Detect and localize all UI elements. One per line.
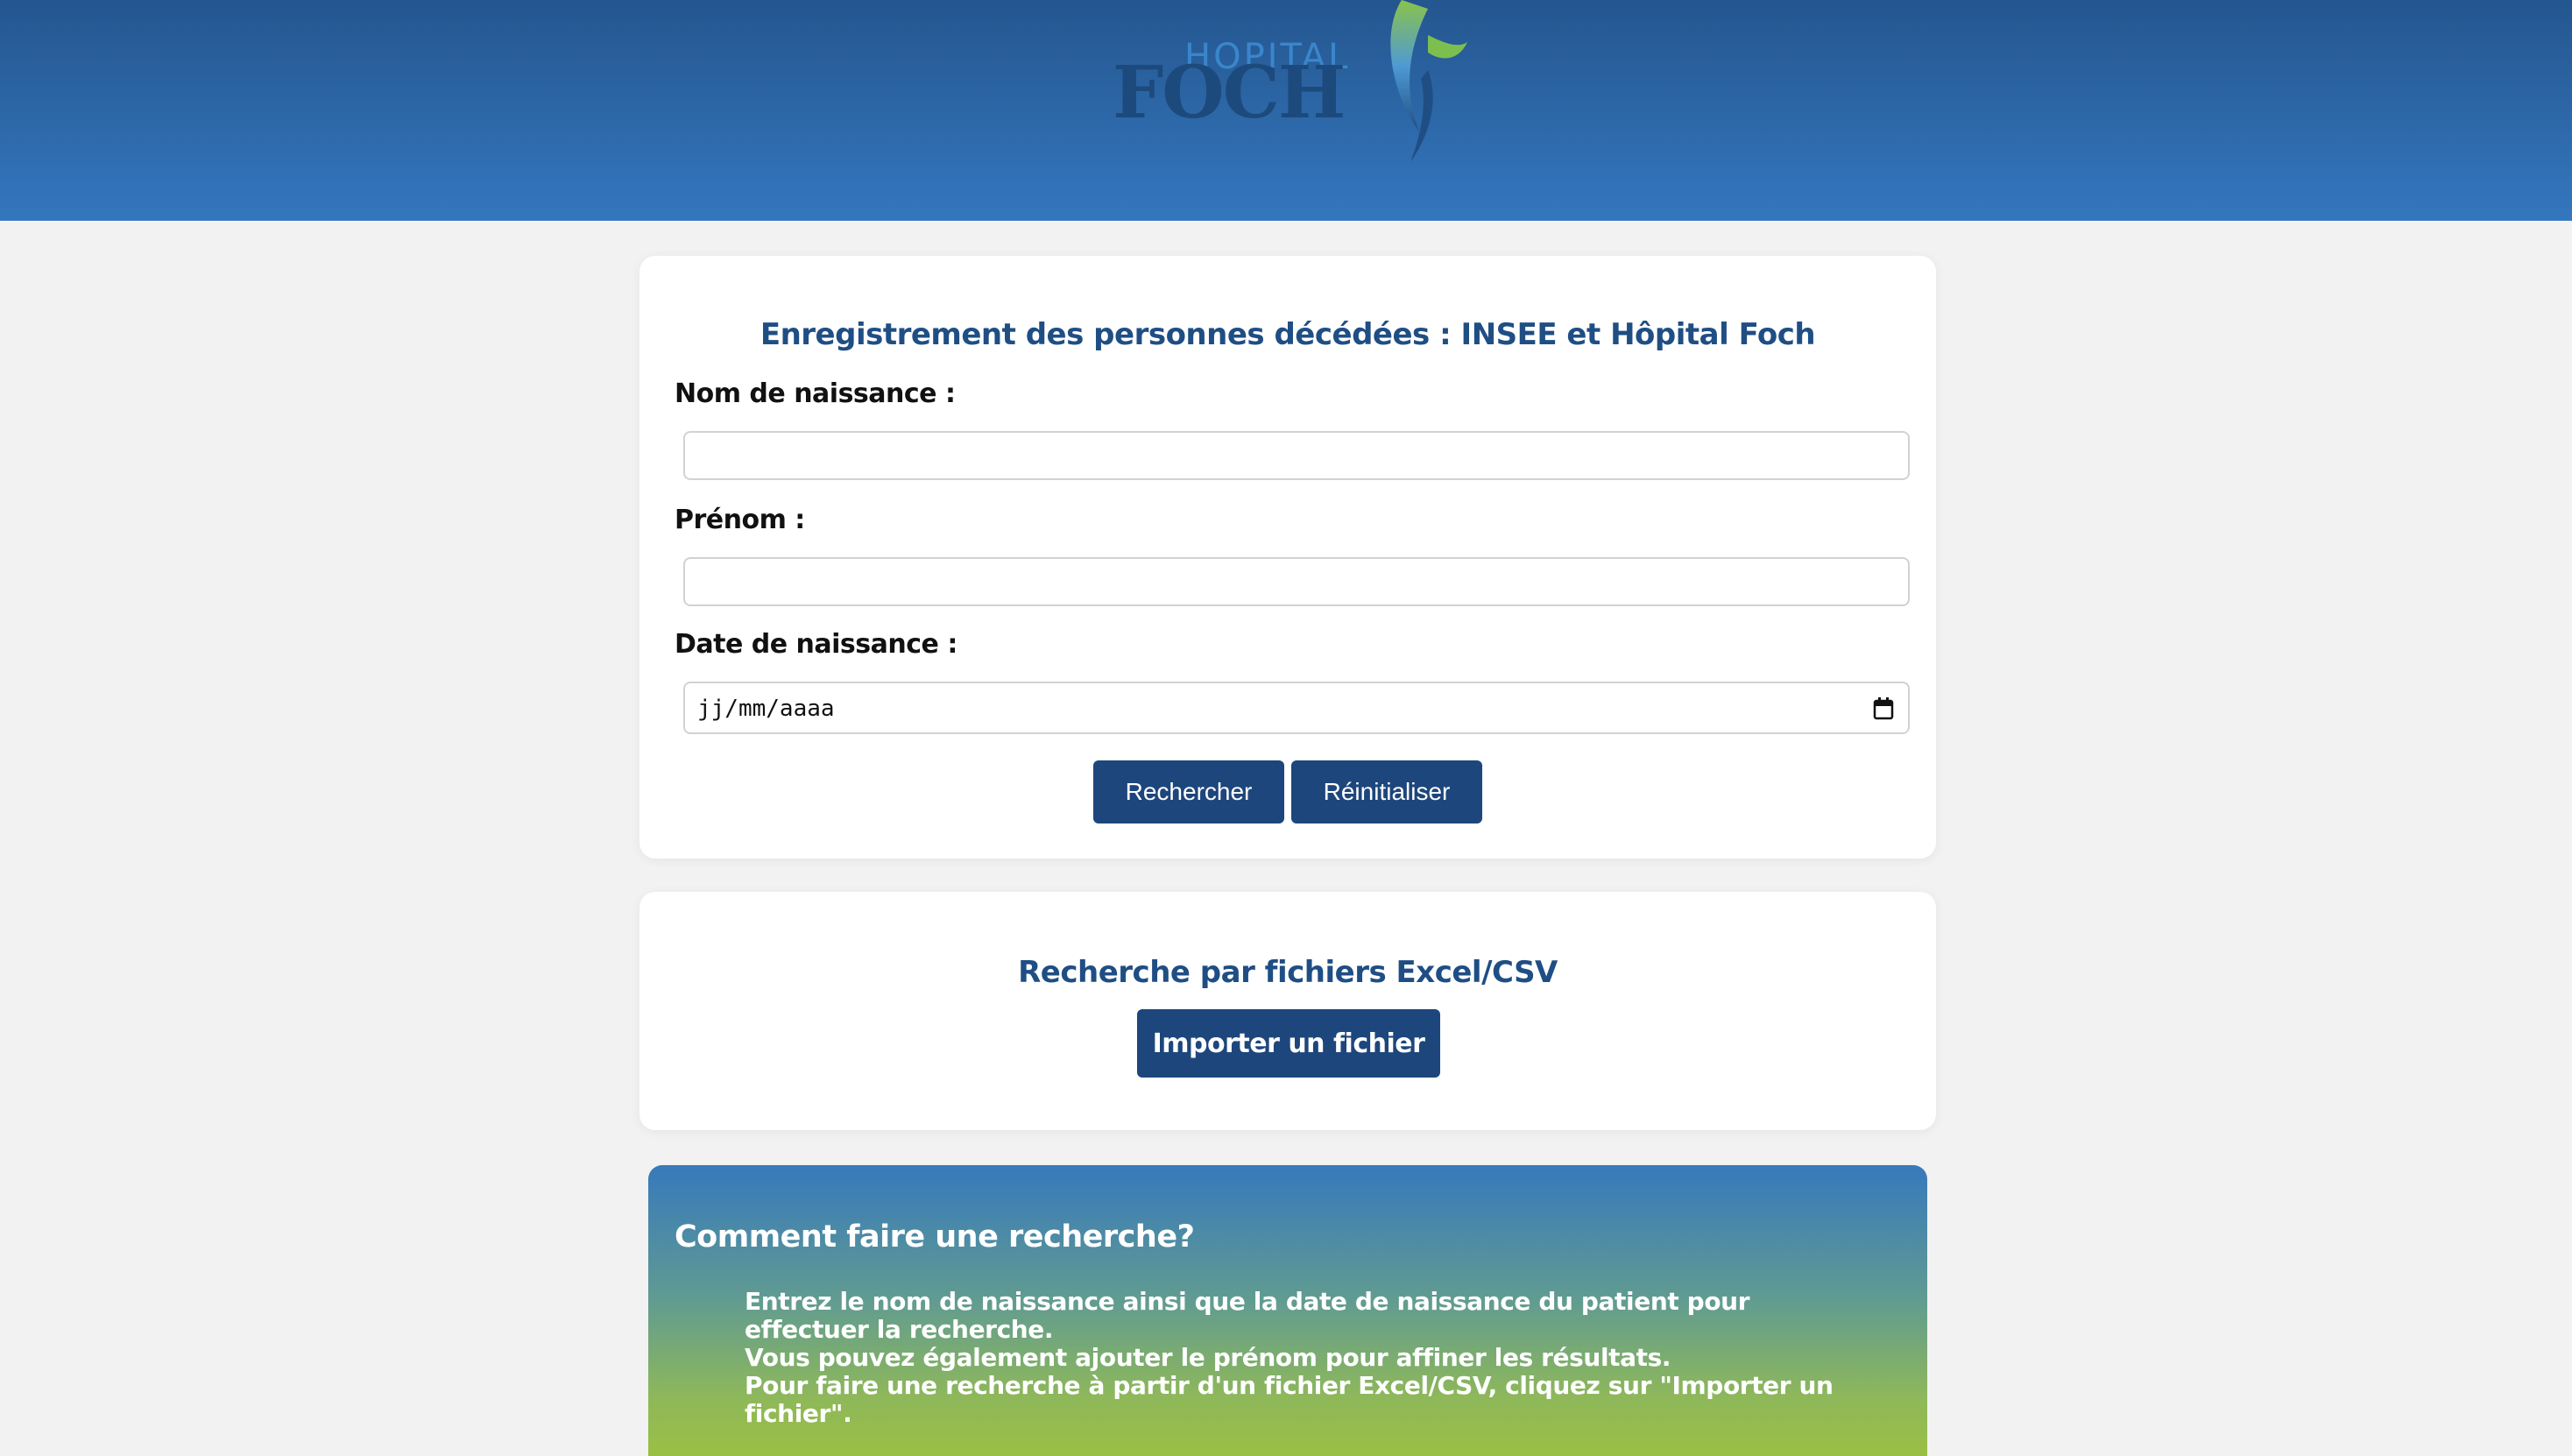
help-line: Vous pouvez également ajouter le prénom …: [745, 1343, 1671, 1372]
first-name-input[interactable]: [683, 557, 1910, 606]
help-line: Entrez le nom de naissance ainsi que la …: [745, 1287, 1750, 1344]
birth-date-placeholder: jj/mm/aaaa: [697, 696, 835, 722]
help-line: Pour faire une recherche à partir d'un f…: [745, 1371, 1834, 1428]
birth-date-label: Date de naissance :: [675, 629, 957, 660]
reset-button[interactable]: Réinitialiser: [1291, 760, 1482, 823]
search-form-title: Enregistrement des personnes décédées : …: [760, 317, 1816, 352]
file-search-title: Recherche par fichiers Excel/CSV: [1018, 955, 1558, 990]
logo-main-text: FOCH: [1113, 51, 1344, 135]
file-search-card: Recherche par fichiers Excel/CSV Importe…: [639, 892, 1936, 1130]
first-name-label: Prénom :: [675, 505, 805, 535]
import-file-button[interactable]: Importer un fichier: [1137, 1009, 1440, 1078]
hopital-foch-logo[interactable]: HOPITAL FOCH: [1113, 0, 1480, 166]
calendar-icon[interactable]: [1873, 697, 1894, 720]
help-title: Comment faire une recherche?: [675, 1219, 1195, 1255]
birth-date-input[interactable]: jj/mm/aaaa: [683, 682, 1910, 734]
search-button[interactable]: Rechercher: [1093, 760, 1284, 823]
help-instructions: Entrez le nom de naissance ainsi que la …: [745, 1288, 1866, 1428]
page-header: HOPITAL FOCH: [0, 0, 2572, 221]
birth-name-input[interactable]: [683, 431, 1910, 480]
help-panel: Comment faire une recherche? Entrez le n…: [648, 1165, 1927, 1456]
search-form-card: Enregistrement des personnes décédées : …: [639, 256, 1936, 859]
birth-name-label: Nom de naissance :: [675, 378, 956, 409]
